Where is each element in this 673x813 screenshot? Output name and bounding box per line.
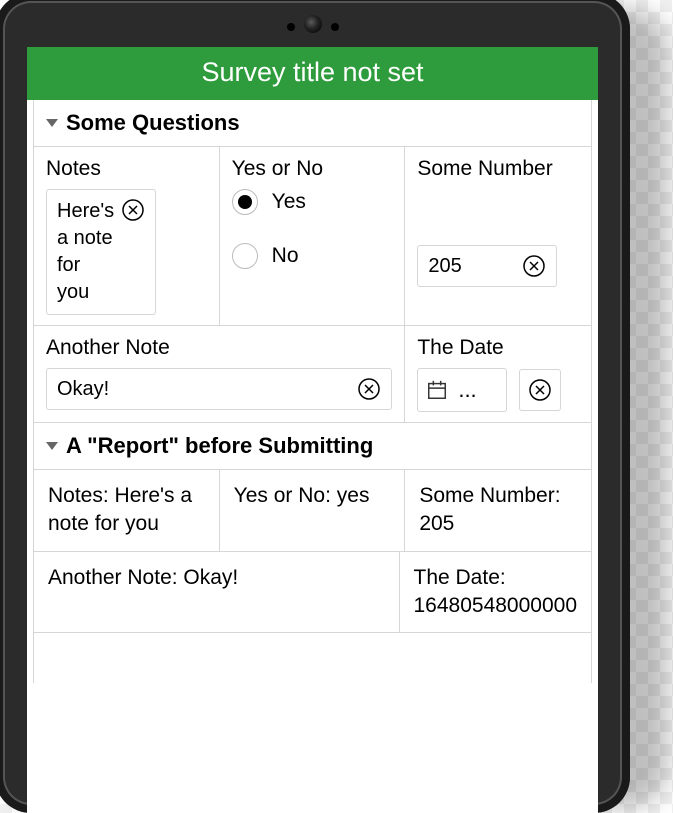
question-date: The Date ...	[405, 326, 591, 423]
number-label: Some Number	[417, 157, 579, 181]
clear-date-button[interactable]	[519, 369, 561, 411]
tablet-camera	[304, 15, 322, 33]
section-report-header[interactable]: A "Report" before Submitting	[34, 423, 591, 470]
radio-yes-label: Yes	[272, 190, 306, 214]
survey-content: Some Questions Notes Here's a note for y…	[33, 100, 592, 683]
survey-title: Survey title not set	[201, 57, 423, 87]
section-report-title: A "Report" before Submitting	[66, 433, 373, 459]
clear-number-button[interactable]	[522, 254, 546, 278]
yesno-label: Yes or No	[232, 157, 393, 181]
radio-no-row[interactable]: No	[232, 243, 393, 269]
another-note-label: Another Note	[46, 336, 392, 360]
report-number: Some Number: 205	[405, 470, 591, 552]
report-row-2: Another Note: Okay! The Date: 1648054800…	[34, 552, 591, 634]
another-note-input[interactable]: Okay!	[46, 368, 392, 410]
radio-no-label: No	[272, 244, 299, 268]
report-date: The Date: 16480548000000	[400, 552, 592, 634]
close-circle-icon	[357, 377, 381, 401]
questions-row-1: Notes Here's a note for you Yes or No Ye…	[34, 147, 591, 326]
another-note-value: Okay!	[57, 376, 351, 403]
survey-title-bar: Survey title not set	[27, 47, 598, 100]
notes-value: Here's a note for you	[57, 198, 115, 306]
number-value: 205	[428, 253, 516, 280]
close-circle-icon	[528, 378, 552, 402]
report-another-note: Another Note: Okay!	[34, 552, 400, 634]
date-label: The Date	[417, 336, 579, 360]
question-notes: Notes Here's a note for you	[34, 147, 220, 326]
section-questions-header[interactable]: Some Questions	[34, 100, 591, 147]
report-yesno: Yes or No: yes	[220, 470, 406, 552]
questions-row-2: Another Note Okay! The Date	[34, 326, 591, 423]
question-yesno: Yes or No Yes No	[220, 147, 406, 326]
radio-yes[interactable]	[232, 189, 258, 215]
app-screen: Survey title not set Some Questions Note…	[27, 47, 598, 813]
report-row-1: Notes: Here's a note for you Yes or No: …	[34, 470, 591, 552]
question-another-note: Another Note Okay!	[34, 326, 405, 423]
clear-notes-button[interactable]	[121, 198, 145, 222]
date-value: ...	[458, 377, 476, 403]
chevron-down-icon	[46, 442, 58, 450]
date-input[interactable]: ...	[417, 368, 507, 412]
notes-input[interactable]: Here's a note for you	[46, 189, 156, 315]
report-notes: Notes: Here's a note for you	[34, 470, 220, 552]
bottom-spacer	[34, 633, 591, 683]
question-number: Some Number 205	[405, 147, 591, 326]
chevron-down-icon	[46, 119, 58, 127]
section-questions-title: Some Questions	[66, 110, 240, 136]
number-input[interactable]: 205	[417, 245, 557, 287]
notes-label: Notes	[46, 157, 207, 181]
close-circle-icon	[522, 254, 546, 278]
radio-yes-row[interactable]: Yes	[232, 189, 393, 215]
tablet-frame: Survey title not set Some Questions Note…	[0, 0, 630, 813]
clear-another-note-button[interactable]	[357, 377, 381, 401]
close-circle-icon	[121, 198, 145, 222]
radio-no[interactable]	[232, 243, 258, 269]
calendar-icon	[426, 379, 448, 401]
